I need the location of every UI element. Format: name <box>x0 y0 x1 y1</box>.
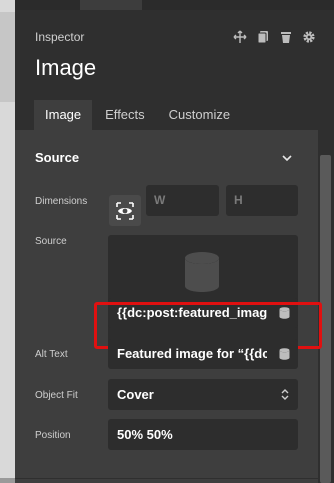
database-icon <box>185 252 219 292</box>
height-field[interactable]: H <box>226 185 298 216</box>
eye-icon <box>116 201 134 220</box>
canvas-edge-tab <box>0 12 15 102</box>
width-field[interactable]: W <box>146 185 219 216</box>
dimensions-label: Dimensions <box>35 196 88 207</box>
alt-text-value: Featured image for “{{dc:p <box>117 346 267 361</box>
section-divider <box>15 478 318 479</box>
inspector-tabs: Image Effects Customize <box>34 100 243 130</box>
canvas-edge-bottom <box>0 478 15 483</box>
object-fit-select[interactable]: Cover <box>108 379 298 410</box>
chevron-down-icon[interactable] <box>281 151 293 163</box>
settings-icon[interactable] <box>302 30 316 44</box>
position-field[interactable]: 50% 50% <box>108 419 298 450</box>
inspector-panel: Inspector Image Image Effects Customize … <box>15 10 334 483</box>
canvas-edge <box>0 0 15 483</box>
inspector-label: Inspector <box>35 30 85 44</box>
object-fit-label: Object Fit <box>35 390 78 401</box>
position-value: 50% 50% <box>117 427 173 442</box>
tab-image[interactable]: Image <box>34 100 93 130</box>
alt-text-field[interactable]: Featured image for “{{dc:p <box>108 339 298 369</box>
width-placeholder: W <box>154 193 166 207</box>
duplicate-icon[interactable] <box>256 30 270 44</box>
element-title: Image <box>35 55 97 80</box>
tab-effects[interactable]: Effects <box>94 100 156 130</box>
delete-icon[interactable] <box>279 30 293 44</box>
source-label: Source <box>35 236 67 247</box>
section-title[interactable]: Source <box>35 150 79 165</box>
dimensions-toggle-button[interactable] <box>109 195 141 226</box>
height-placeholder: H <box>234 193 243 207</box>
top-bar <box>15 0 334 10</box>
tab-customize[interactable]: Customize <box>158 100 241 130</box>
move-icon[interactable] <box>233 30 247 44</box>
inspector-toolbar <box>233 30 316 44</box>
alt-text-label: Alt Text <box>35 349 68 360</box>
object-fit-value: Cover <box>117 387 154 402</box>
position-label: Position <box>35 430 71 441</box>
dynamic-content-icon[interactable] <box>279 348 290 360</box>
top-bar-segment[interactable] <box>80 0 142 10</box>
select-arrows-icon <box>281 389 289 400</box>
